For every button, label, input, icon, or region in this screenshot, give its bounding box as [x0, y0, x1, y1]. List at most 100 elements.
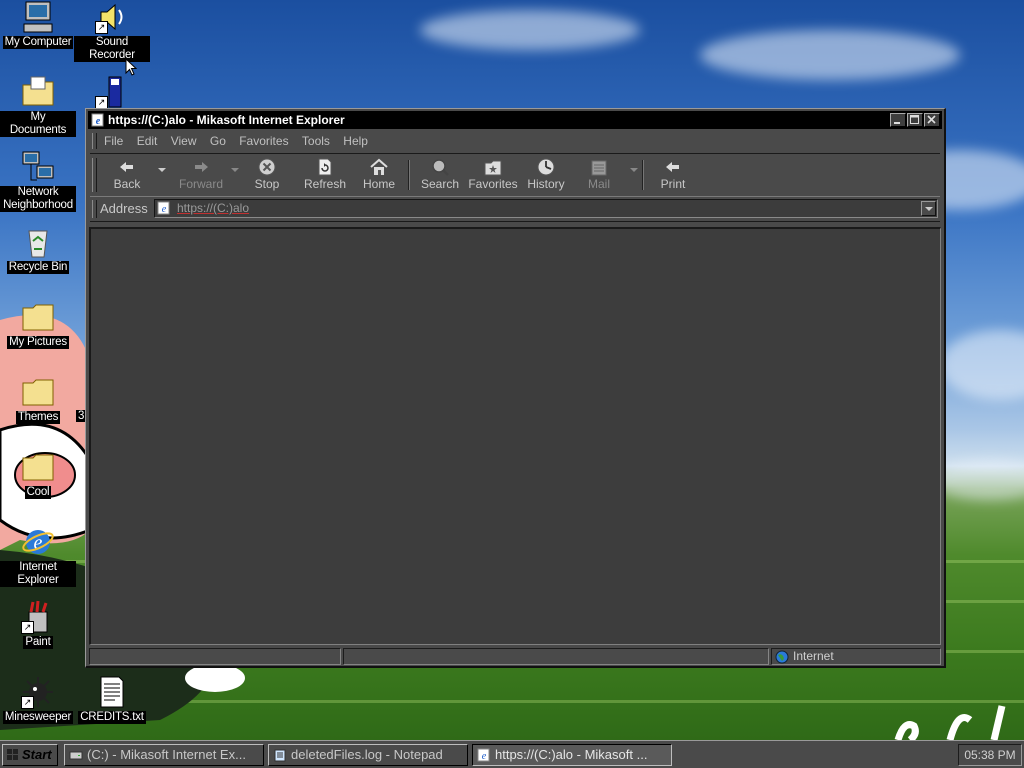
- home-label: Home: [362, 177, 395, 191]
- status-zone-panel: Internet: [771, 648, 941, 665]
- forward-arrow-icon: [170, 157, 232, 177]
- taskbar-button-ie-active[interactable]: e https://(C:)alo - Mikasoft ...: [472, 744, 672, 766]
- desktop-icon-themes[interactable]: Themes: [0, 375, 76, 424]
- desktop-icon-my-computer[interactable]: My Computer: [0, 0, 76, 49]
- desktop-icon-minesweeper[interactable]: ↗ Minesweeper: [0, 675, 76, 724]
- desktop-icon-network-neighborhood[interactable]: Network Neighborhood: [0, 150, 76, 212]
- status-progress-panel: [343, 648, 769, 665]
- search-label: Search: [420, 177, 460, 191]
- close-button[interactable]: [924, 113, 940, 127]
- cloud: [420, 10, 640, 50]
- desktop-icon-sound-recorder[interactable]: ↗ Sound Recorder: [74, 0, 150, 62]
- cloud: [940, 330, 1024, 400]
- task-label: https://(C:)alo - Mikasoft ...: [495, 747, 648, 762]
- security-zone: Internet: [793, 649, 834, 663]
- print-label: Print: [660, 177, 686, 191]
- back-label: Back: [113, 177, 141, 191]
- desktop-icon-paint[interactable]: ↗ Paint: [0, 600, 76, 649]
- ie-page-icon: e: [477, 748, 490, 762]
- back-arrow-icon: [102, 157, 152, 177]
- page-content[interactable]: [89, 227, 941, 645]
- menu-go[interactable]: Go: [210, 131, 226, 151]
- recycle-bin-icon: [21, 225, 55, 259]
- mail-button[interactable]: Mail: [574, 156, 624, 194]
- address-dropdown-button[interactable]: [921, 201, 936, 216]
- search-button[interactable]: Search: [412, 156, 468, 194]
- desktop-icon-my-pictures[interactable]: My Pictures: [0, 300, 76, 349]
- title-bar[interactable]: e https://(C:)alo - Mikasoft Internet Ex…: [88, 111, 942, 129]
- icon-label: Paint: [23, 636, 53, 649]
- start-label: Start: [22, 747, 52, 762]
- computer-icon: [21, 0, 55, 34]
- taskbar-button-c-drive[interactable]: (C:) - Mikasoft Internet Ex...: [64, 744, 264, 766]
- forward-dropdown-arrow[interactable]: [231, 168, 239, 172]
- menu-view[interactable]: View: [171, 131, 197, 151]
- favorites-button[interactable]: Favorites: [462, 156, 524, 194]
- close-icon: [927, 115, 936, 124]
- globe-icon: [775, 650, 789, 664]
- forward-label: Forward: [178, 177, 223, 191]
- menu-file[interactable]: File: [104, 131, 123, 151]
- refresh-button[interactable]: Refresh: [296, 156, 354, 194]
- back-button[interactable]: Back: [102, 156, 152, 194]
- mail-icon: [574, 157, 624, 177]
- icon-label: Themes: [15, 411, 61, 424]
- stop-button[interactable]: Stop: [242, 156, 292, 194]
- paint-icon: ↗: [21, 600, 55, 634]
- task-label: deletedFiles.log - Notepad: [291, 747, 443, 762]
- history-label: History: [527, 177, 565, 191]
- icon-label: My Documents: [0, 111, 76, 137]
- toolbar: Back Forward Stop Refresh Home Search Fa: [90, 153, 940, 197]
- folder-icon: [21, 75, 55, 109]
- history-button[interactable]: History: [518, 156, 574, 194]
- start-button[interactable]: Start: [2, 744, 58, 766]
- print-button[interactable]: Print: [648, 156, 698, 194]
- search-icon: [412, 157, 468, 177]
- mail-dropdown-arrow[interactable]: [630, 168, 638, 172]
- shortcut-arrow-icon: ↗: [21, 621, 34, 634]
- menu-tools[interactable]: Tools: [302, 131, 330, 151]
- address-grip: [92, 200, 97, 218]
- desktop-icon-recycle-bin[interactable]: Recycle Bin: [0, 225, 76, 274]
- drive-icon: [69, 751, 83, 760]
- address-input[interactable]: e https://(C:)alo: [154, 199, 938, 218]
- menu-help[interactable]: Help: [343, 131, 368, 151]
- desktop-icon-cool[interactable]: Cool: [0, 450, 76, 499]
- back-dropdown-arrow[interactable]: [158, 168, 166, 172]
- network-icon: [21, 150, 55, 184]
- address-value[interactable]: https://(C:)alo: [177, 201, 249, 215]
- menu-bar: File Edit View Go Favorites Tools Help: [90, 131, 940, 151]
- favorites-label: Favorites: [468, 177, 518, 191]
- desktop-icon-partial[interactable]: ↗: [74, 75, 150, 109]
- forward-button[interactable]: Forward: [170, 156, 232, 194]
- flash-drive-icon: ↗: [95, 75, 129, 109]
- desktop-icon-internet-explorer[interactable]: e Internet Explorer: [0, 525, 76, 587]
- menu-edit[interactable]: Edit: [137, 131, 158, 151]
- minimize-button[interactable]: [890, 113, 906, 127]
- status-bar: Internet: [89, 648, 941, 666]
- svg-text:e: e: [482, 751, 487, 762]
- icon-label: Recycle Bin: [6, 261, 70, 274]
- menu-grip: [92, 133, 97, 149]
- home-icon: [354, 157, 404, 177]
- stop-label: Stop: [254, 177, 280, 191]
- stop-icon: [242, 157, 292, 177]
- taskbar-button-notepad[interactable]: deletedFiles.log - Notepad: [268, 744, 468, 766]
- toolbar-grip: [92, 158, 97, 192]
- address-bar: Address e https://(C:)alo: [90, 197, 940, 222]
- desktop-icon-my-documents[interactable]: My Documents: [0, 75, 76, 137]
- folder-icon: [21, 375, 55, 409]
- icon-label: My Pictures: [7, 336, 69, 349]
- ie-icon: e: [21, 525, 55, 559]
- folder-icon: [21, 450, 55, 484]
- clock: 05:38 PM: [964, 748, 1016, 762]
- menu-favorites[interactable]: Favorites: [239, 131, 288, 151]
- home-button[interactable]: Home: [354, 156, 404, 194]
- browser-window: e https://(C:)alo - Mikasoft Internet Ex…: [85, 108, 946, 668]
- desktop-icon-credits-txt[interactable]: CREDITS.txt: [74, 675, 150, 724]
- shortcut-arrow-icon: ↗: [21, 696, 34, 709]
- address-label: Address: [100, 201, 148, 216]
- system-tray-clock[interactable]: 05:38 PM: [958, 744, 1022, 766]
- icon-label: Network Neighborhood: [0, 186, 76, 212]
- maximize-button[interactable]: [907, 113, 923, 127]
